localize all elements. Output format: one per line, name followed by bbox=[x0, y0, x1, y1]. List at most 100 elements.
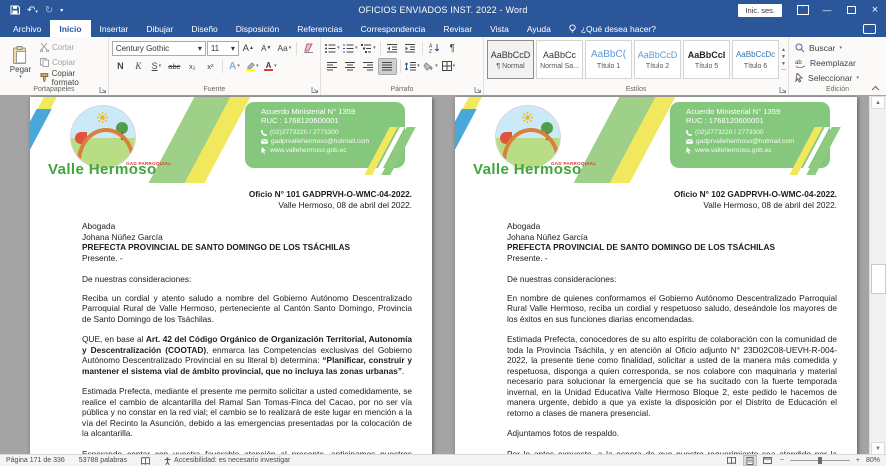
replace-button[interactable]: ab Reemplazar bbox=[792, 56, 883, 70]
zoom-slider[interactable] bbox=[790, 460, 850, 461]
styles-gallery-expand-icon[interactable]: ▼― bbox=[781, 61, 786, 73]
proofing-status[interactable] bbox=[141, 457, 150, 465]
style-normal[interactable]: AaBbCcD ¶ Normal bbox=[487, 40, 534, 79]
tab-referencias[interactable]: Referencias bbox=[288, 20, 351, 37]
italic-button[interactable]: K bbox=[130, 59, 147, 74]
style-normal-sa[interactable]: AaBbCc Normal Sa... bbox=[536, 40, 583, 79]
subscript-button[interactable]: x₂ bbox=[184, 59, 201, 74]
addressee-block[interactable]: Abogada Johana Núñez García PREFECTA PRO… bbox=[82, 221, 412, 263]
zoom-out-button[interactable]: − bbox=[780, 457, 784, 464]
paste-button[interactable]: Pegar ▾ bbox=[3, 40, 38, 86]
align-center-button[interactable] bbox=[342, 59, 359, 74]
highlight-button[interactable]: ▾ bbox=[244, 59, 261, 74]
paragraph[interactable]: Estimada Prefecta, conocedores de su alt… bbox=[507, 334, 837, 418]
redo-icon[interactable]: ↻ bbox=[45, 5, 53, 16]
text-effects-button[interactable]: A▾ bbox=[226, 59, 243, 74]
ribbon-display-options-icon[interactable]: ˆ bbox=[792, 0, 814, 20]
collapse-ribbon-icon[interactable] bbox=[871, 85, 880, 91]
paragraph-dialog-launcher-icon[interactable] bbox=[474, 86, 482, 94]
scroll-up-icon[interactable]: ▲ bbox=[871, 96, 885, 109]
superscript-button[interactable]: x² bbox=[202, 59, 219, 74]
letter-body[interactable]: Oficio N° 101 GADPRVH-O-WMC-04-2022. Val… bbox=[82, 189, 412, 455]
zoom-slider-thumb[interactable] bbox=[818, 457, 822, 464]
tab-vista[interactable]: Vista bbox=[481, 20, 518, 37]
tell-me-search[interactable]: ¿Qué desea hacer? bbox=[560, 20, 664, 37]
page-indicator[interactable]: Página 171 de 336 bbox=[6, 457, 65, 464]
clipboard-dialog-launcher-icon[interactable] bbox=[99, 86, 107, 94]
clear-formatting-button[interactable] bbox=[300, 41, 317, 56]
style-titulo-6[interactable]: AaBbCcDc Título 6 bbox=[732, 40, 779, 79]
tab-dibujar[interactable]: Dibujar bbox=[137, 20, 182, 37]
salutation[interactable]: De nuestras consideraciones: bbox=[507, 274, 837, 285]
read-mode-icon[interactable] bbox=[726, 456, 738, 465]
paragraph[interactable]: Adjuntamos fotos de respaldo. bbox=[507, 428, 837, 439]
tab-inicio[interactable]: Inicio bbox=[50, 20, 90, 37]
letter-body[interactable]: Oficio N° 102 GADPRVH-O-WMC-04-2022. Val… bbox=[507, 189, 837, 455]
styles-dialog-launcher-icon[interactable] bbox=[779, 86, 787, 94]
find-button[interactable]: Buscar▾ bbox=[792, 41, 883, 55]
zoom-in-button[interactable]: + bbox=[856, 457, 860, 464]
font-color-button[interactable]: A ▾ bbox=[262, 59, 279, 74]
web-layout-icon[interactable] bbox=[762, 456, 774, 465]
shading-button[interactable]: ▾ bbox=[422, 59, 439, 74]
copy-button[interactable]: Copiar bbox=[38, 56, 105, 69]
paragraph[interactable]: En nombre de quienes conformamos el Gobi… bbox=[507, 293, 837, 325]
strikethrough-button[interactable]: abc bbox=[166, 59, 183, 74]
increase-indent-button[interactable] bbox=[402, 41, 419, 56]
salutation[interactable]: De nuestras consideraciones: bbox=[82, 274, 412, 285]
addressee-block[interactable]: Abogada Johana Núñez García PREFECTA PRO… bbox=[507, 221, 837, 263]
oficio-header[interactable]: Oficio N° 102 GADPRVH-O-WMC-04-2022. Val… bbox=[507, 189, 837, 210]
tab-revisar[interactable]: Revisar bbox=[434, 20, 481, 37]
scrollbar-thumb[interactable] bbox=[871, 264, 886, 294]
show-marks-button[interactable]: ¶ bbox=[444, 41, 461, 56]
style-titulo-2[interactable]: AaBbCcD Título 2 bbox=[634, 40, 681, 79]
undo-icon[interactable]: ↶▾ bbox=[27, 5, 38, 16]
underline-button[interactable]: S▾ bbox=[148, 59, 165, 74]
change-case-button[interactable]: Aa▾ bbox=[276, 41, 293, 56]
cut-button[interactable]: Cortar bbox=[38, 41, 105, 54]
document-page-2[interactable]: Valle Hermoso GAD PARROQUIAL Acuerdo Min… bbox=[455, 97, 857, 455]
sort-button[interactable]: AZ bbox=[426, 41, 443, 56]
tab-disposicion[interactable]: Disposición bbox=[227, 20, 288, 37]
font-size-select[interactable]: 11▾ bbox=[207, 41, 239, 56]
bold-button[interactable]: N bbox=[112, 59, 129, 74]
numbering-button[interactable]: ▾ bbox=[342, 41, 359, 56]
save-icon[interactable] bbox=[10, 5, 20, 15]
restore-button[interactable] bbox=[840, 0, 862, 20]
tab-ayuda[interactable]: Ayuda bbox=[518, 20, 560, 37]
tab-archivo[interactable]: Archivo bbox=[4, 20, 50, 37]
styles-scroll-up-icon[interactable]: ▲ bbox=[781, 47, 786, 53]
align-right-button[interactable] bbox=[360, 59, 377, 74]
close-button[interactable]: × bbox=[864, 0, 886, 20]
format-painter-button[interactable]: Copiar formato bbox=[38, 71, 105, 84]
decrease-indent-button[interactable] bbox=[384, 41, 401, 56]
borders-button[interactable]: ▾ bbox=[440, 59, 457, 74]
font-dialog-launcher-icon[interactable] bbox=[311, 86, 319, 94]
feedback-button[interactable] bbox=[863, 20, 876, 37]
zoom-level[interactable]: 80% bbox=[866, 457, 880, 464]
bullets-button[interactable]: ▾ bbox=[324, 41, 341, 56]
accessibility-status[interactable]: Accesibilidad: es necesario investigar bbox=[164, 457, 290, 465]
select-button[interactable]: Seleccionar▾ bbox=[792, 71, 883, 85]
line-spacing-button[interactable]: ▾ bbox=[404, 59, 421, 74]
styles-scroll-down-icon[interactable]: ▼ bbox=[781, 54, 786, 60]
tab-insertar[interactable]: Insertar bbox=[91, 20, 138, 37]
grow-font-button[interactable]: A▲ bbox=[240, 41, 257, 56]
justify-button[interactable] bbox=[378, 58, 397, 75]
paragraph[interactable]: Estimada Prefecta, mediante el presente … bbox=[82, 386, 412, 439]
paragraph[interactable]: QUE, en base al Art. 42 del Código Orgán… bbox=[82, 334, 412, 376]
sign-in-button[interactable]: Inic. ses. bbox=[738, 4, 782, 17]
oficio-header[interactable]: Oficio N° 101 GADPRVH-O-WMC-04-2022. Val… bbox=[82, 189, 412, 210]
style-titulo-5[interactable]: AaBbCcI Título 5 bbox=[683, 40, 730, 79]
document-page-1[interactable]: Valle Hermoso GAD PARROQUIAL Acuerdo Min… bbox=[30, 97, 432, 455]
font-name-select[interactable]: Century Gothic▾ bbox=[112, 41, 206, 56]
qat-customize-icon[interactable]: ▾ bbox=[60, 7, 63, 14]
tab-correspondencia[interactable]: Correspondencia bbox=[352, 20, 435, 37]
align-left-button[interactable] bbox=[324, 59, 341, 74]
shrink-font-button[interactable]: A▼ bbox=[258, 41, 275, 56]
print-layout-icon[interactable] bbox=[744, 456, 756, 465]
tab-diseno[interactable]: Diseño bbox=[182, 20, 226, 37]
paragraph[interactable]: Reciba un cordial y atento saludo a nomb… bbox=[82, 293, 412, 325]
vertical-scrollbar[interactable]: ▲ ▼ bbox=[869, 96, 886, 455]
word-count[interactable]: 53788 palabras bbox=[79, 457, 127, 464]
